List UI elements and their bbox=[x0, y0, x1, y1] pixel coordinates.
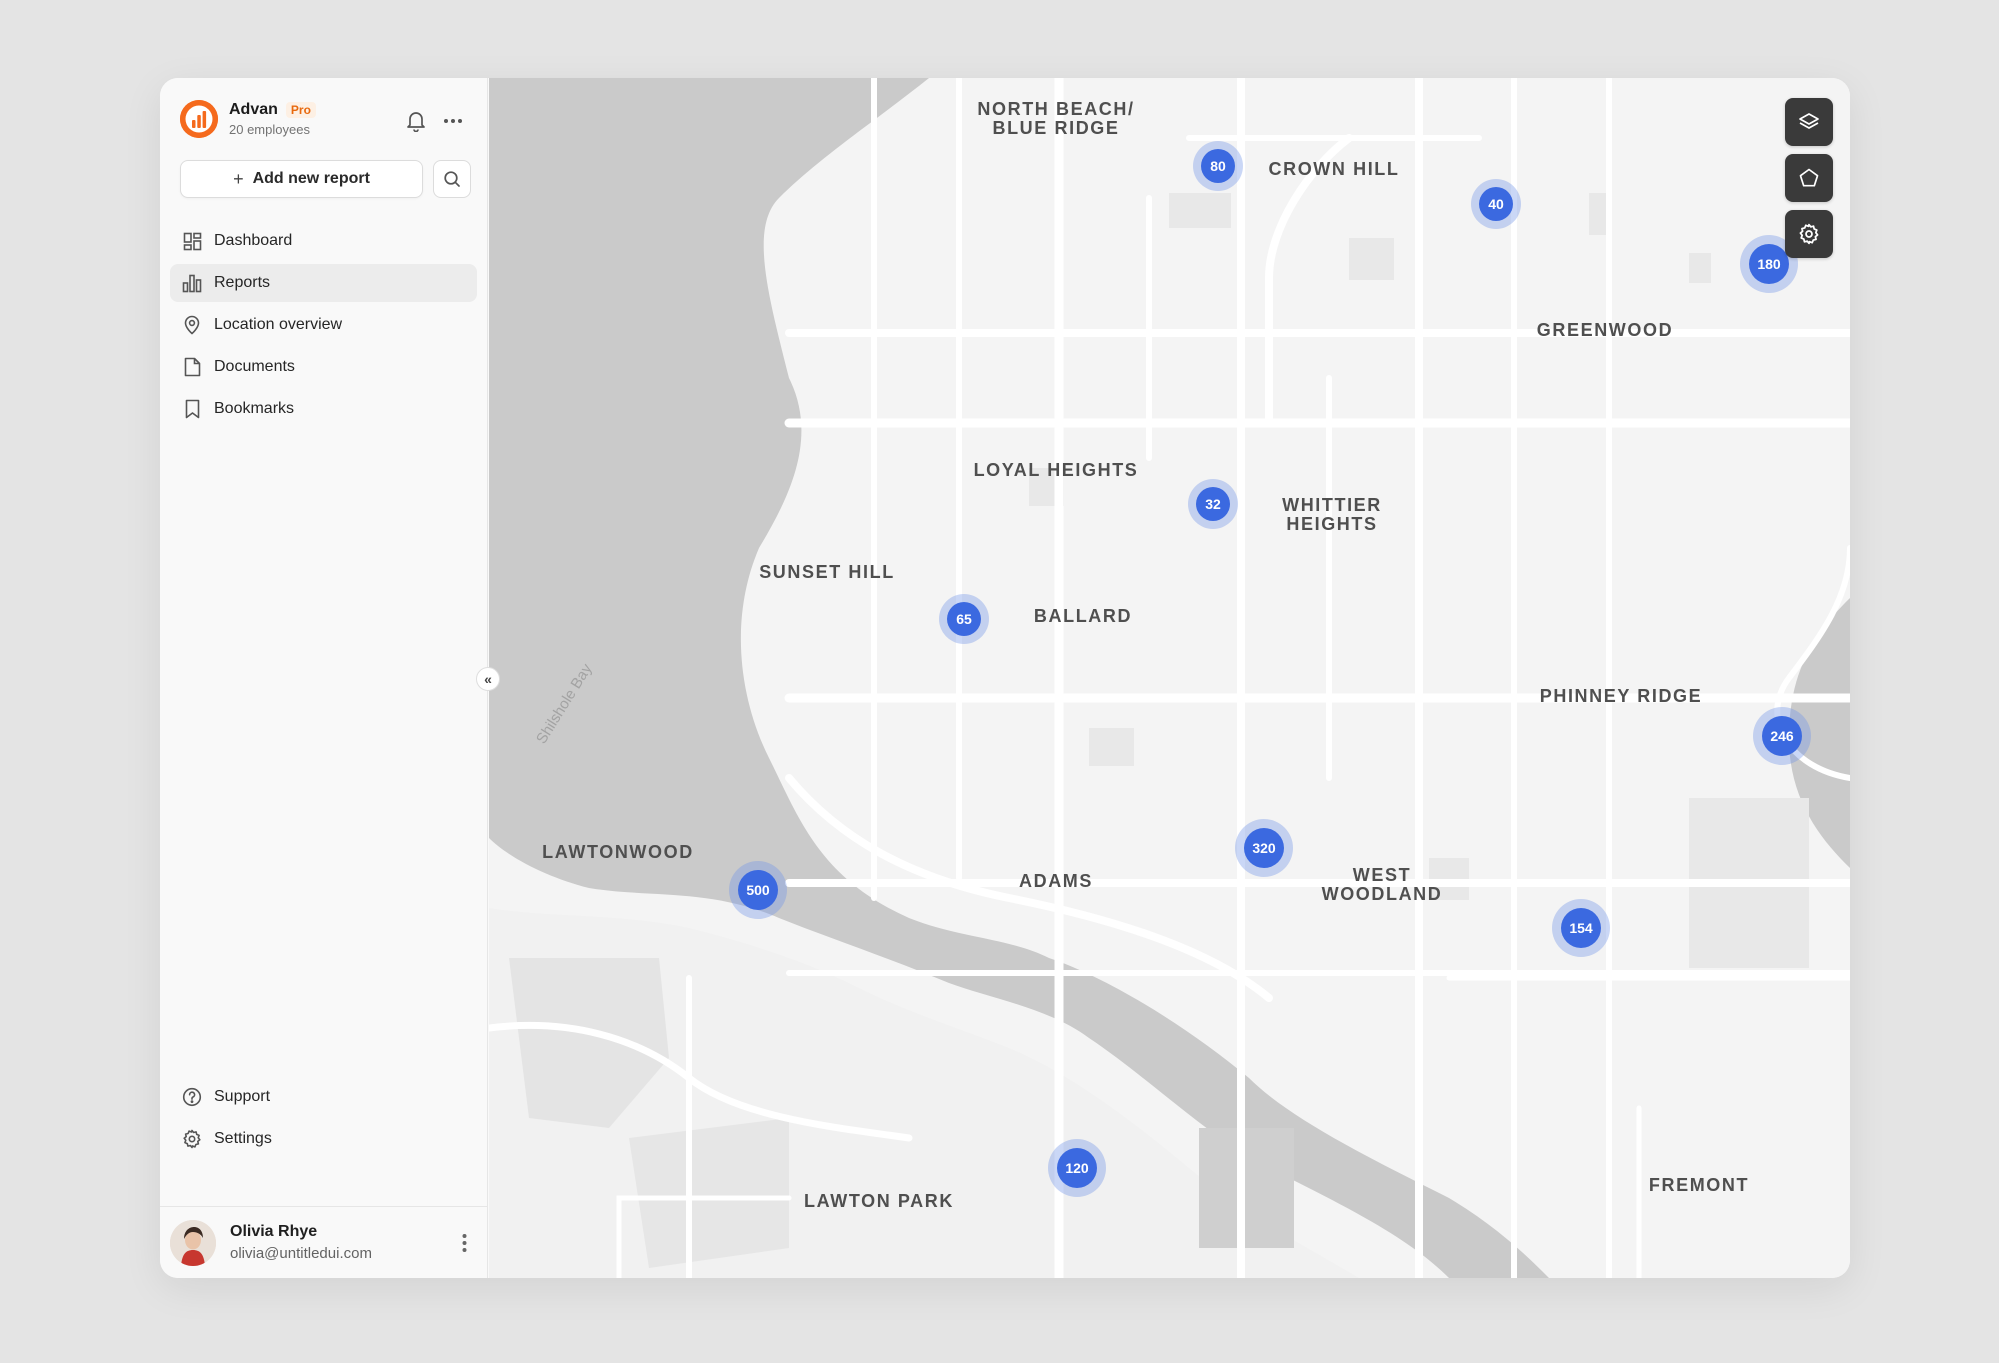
draw-polygon-button[interactable] bbox=[1785, 154, 1833, 202]
more-vertical-icon bbox=[462, 1234, 466, 1252]
area-label-fremont: FREMONT bbox=[1648, 1175, 1750, 1195]
map-layers-button[interactable] bbox=[1785, 98, 1833, 146]
user-menu-button[interactable] bbox=[456, 1231, 472, 1255]
user-name: Olivia Rhye bbox=[230, 1223, 318, 1240]
area-label-ballard: BALLARD bbox=[1033, 606, 1133, 626]
document-icon bbox=[184, 357, 200, 377]
cluster-marker-crown-hill[interactable]: 40 bbox=[1471, 179, 1521, 229]
notifications-button[interactable] bbox=[403, 108, 429, 134]
area-label-loyal-heights: LOYAL HEIGHTS bbox=[973, 460, 1139, 480]
cluster-marker-north-beach[interactable]: 80 bbox=[1193, 141, 1243, 191]
nav-item-reports[interactable]: Reports bbox=[170, 264, 477, 302]
polygon-icon bbox=[1799, 168, 1819, 187]
area-label-lawton-park: LAWTON PARK bbox=[804, 1191, 954, 1211]
cluster-marker-adams[interactable]: 320 bbox=[1235, 819, 1293, 877]
map-view[interactable]: Shilshole Bay NORTH BEACH/ BLUE RIDGE CR… bbox=[489, 78, 1850, 1278]
nav-item-settings[interactable]: Settings bbox=[170, 1120, 477, 1158]
secondary-nav: Support Settings bbox=[170, 1078, 477, 1162]
area-label-whittier-heights: WHITTIER HEIGHTS bbox=[1282, 495, 1382, 534]
location-pin-icon bbox=[184, 315, 200, 335]
search-icon bbox=[444, 171, 460, 187]
add-new-report-label: Add new report bbox=[252, 170, 370, 187]
bell-icon bbox=[407, 112, 425, 132]
brand-name: Advan bbox=[229, 101, 278, 118]
nav-label-dashboard: Dashboard bbox=[214, 232, 293, 249]
cluster-count: 120 bbox=[1057, 1148, 1097, 1188]
cluster-marker-phinney-ridge[interactable]: 246 bbox=[1753, 707, 1811, 765]
nav-item-dashboard[interactable]: Dashboard bbox=[170, 222, 477, 260]
user-email: olivia@untitledui.com bbox=[230, 1245, 372, 1262]
more-horizontal-icon bbox=[444, 119, 462, 123]
bookmark-icon bbox=[185, 399, 199, 419]
sidebar: Advan Pro 20 employees + Add new report bbox=[160, 78, 488, 1278]
area-label-crown-hill: CROWN HILL bbox=[1268, 159, 1400, 179]
area-label-north-beach: NORTH BEACH/ BLUE RIDGE bbox=[977, 99, 1135, 138]
add-new-report-button[interactable]: + Add new report bbox=[180, 160, 423, 198]
cluster-count: 320 bbox=[1244, 828, 1284, 868]
cluster-count: 180 bbox=[1749, 244, 1789, 284]
brand-subtitle: 20 employees bbox=[229, 122, 310, 137]
cluster-count: 65 bbox=[947, 602, 981, 636]
bar-chart-icon bbox=[182, 274, 202, 292]
nav-item-location-overview[interactable]: Location overview bbox=[170, 306, 477, 344]
cluster-count: 80 bbox=[1201, 149, 1235, 183]
nav-label-reports: Reports bbox=[214, 274, 271, 291]
map-settings-button[interactable] bbox=[1785, 210, 1833, 258]
nav-label-bookmarks: Bookmarks bbox=[214, 400, 295, 417]
help-circle-icon bbox=[182, 1087, 202, 1107]
map-toolbar bbox=[1785, 98, 1833, 266]
brand: Advan Pro 20 employees bbox=[180, 100, 316, 138]
plan-badge: Pro bbox=[285, 102, 316, 118]
collapse-sidebar-button[interactable]: « bbox=[476, 667, 500, 691]
search-button[interactable] bbox=[433, 160, 471, 198]
user-profile[interactable]: Olivia Rhye olivia@untitledui.com bbox=[160, 1206, 488, 1278]
cluster-marker-sunset-hill[interactable]: 65 bbox=[939, 594, 989, 644]
nav-label-settings: Settings bbox=[214, 1130, 272, 1147]
gear-icon bbox=[183, 1129, 201, 1149]
area-label-sunset-hill: SUNSET HILL bbox=[759, 562, 895, 582]
area-label-phinney-ridge: PHINNEY RIDGE bbox=[1539, 686, 1703, 706]
main-nav: Dashboard Reports Location overview Docu… bbox=[170, 222, 477, 432]
app-window: Advan Pro 20 employees + Add new report bbox=[160, 78, 1850, 1278]
cluster-count: 154 bbox=[1561, 908, 1601, 948]
nav-item-documents[interactable]: Documents bbox=[170, 348, 477, 386]
nav-label-documents: Documents bbox=[214, 358, 295, 375]
area-label-greenwood: GREENWOOD bbox=[1536, 320, 1674, 340]
map-base bbox=[489, 78, 1850, 1278]
cluster-marker-west-woodland[interactable]: 154 bbox=[1552, 899, 1610, 957]
area-label-west-woodland: WEST WOODLAND bbox=[1321, 865, 1443, 904]
cluster-count: 500 bbox=[738, 870, 778, 910]
cluster-count: 246 bbox=[1762, 716, 1802, 756]
nav-item-support[interactable]: Support bbox=[170, 1078, 477, 1116]
brand-logo bbox=[180, 100, 218, 138]
cluster-count: 32 bbox=[1196, 487, 1230, 521]
plus-icon: + bbox=[233, 168, 244, 189]
nav-label-location-overview: Location overview bbox=[214, 316, 343, 333]
area-label-lawtonwood: LAWTONWOOD bbox=[542, 842, 694, 862]
cluster-count: 40 bbox=[1479, 187, 1513, 221]
area-label-adams: ADAMS bbox=[1019, 871, 1093, 891]
nav-label-support: Support bbox=[214, 1088, 271, 1105]
more-options-button[interactable] bbox=[440, 108, 466, 134]
map-settings-icon bbox=[1799, 223, 1819, 245]
dashboard-icon bbox=[183, 232, 201, 250]
cluster-marker-loyal-heights[interactable]: 32 bbox=[1188, 479, 1238, 529]
chevrons-left-icon: « bbox=[484, 671, 492, 687]
nav-item-bookmarks[interactable]: Bookmarks bbox=[170, 390, 477, 428]
layers-icon bbox=[1799, 113, 1819, 129]
cluster-marker-lawton-park[interactable]: 120 bbox=[1048, 1139, 1106, 1197]
cluster-marker-lawtonwood[interactable]: 500 bbox=[729, 861, 787, 919]
avatar bbox=[170, 1219, 216, 1266]
